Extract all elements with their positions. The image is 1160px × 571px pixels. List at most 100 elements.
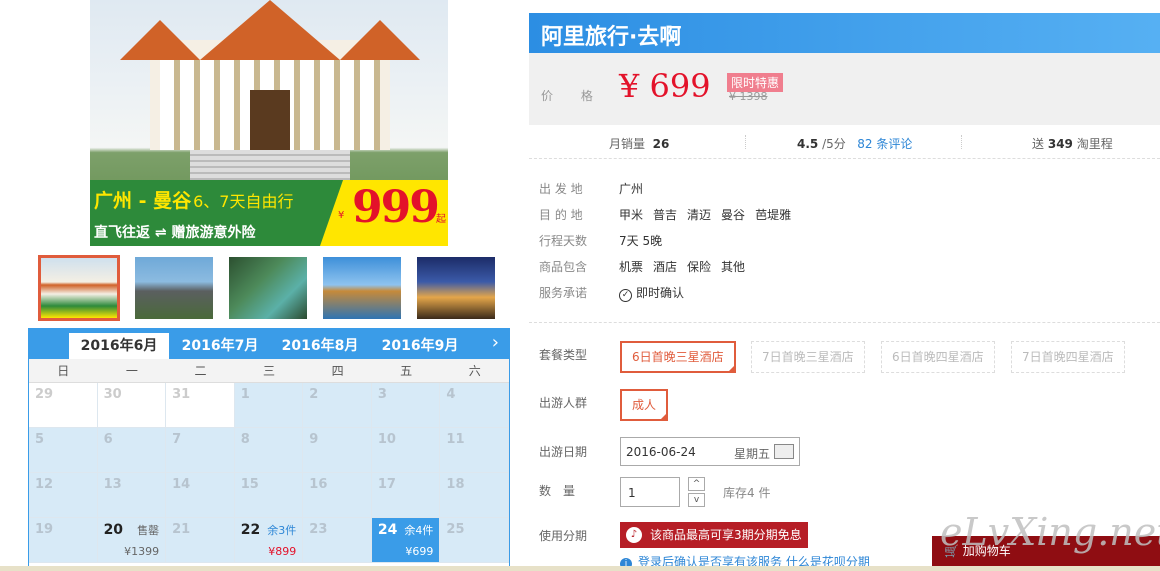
day-number: 25 [446, 522, 465, 537]
qty-value: 1 [628, 486, 636, 500]
day-number: 1 [240, 387, 250, 402]
calendar-day: 31 [166, 383, 235, 428]
installment-banner[interactable]: ♪ 该商品最高可享3期分期免息 [620, 522, 808, 548]
temple-steps [190, 150, 350, 180]
stock-text: 库存4 件 [723, 486, 771, 500]
day-number: 2 [309, 387, 319, 402]
calendar-day: 5 [29, 428, 98, 473]
day-number: 7 [172, 432, 182, 447]
day-number: 15 [240, 477, 259, 492]
info-value: 7天 5晚 [619, 234, 663, 248]
day-number: 18 [446, 477, 465, 492]
date-calendar: 2016年6月 2016年7月 2016年8月 2016年9月 › 日 一 二 … [28, 328, 510, 571]
day-number: 5 [35, 432, 45, 447]
rating: 4.5 /5分 82 条评论 [797, 137, 913, 151]
weekday-header: 日 一 二 三 四 五 六 [29, 359, 509, 383]
package-option[interactable]: 7日首晚四星酒店 [1011, 341, 1125, 373]
day-number: 12 [35, 477, 54, 492]
package-option[interactable]: 7日首晚三星酒店 [751, 341, 865, 373]
day-status: 售罄 [137, 524, 160, 537]
qi-label: 起 [436, 214, 446, 225]
calendar-day: 9 [303, 428, 372, 473]
info-key: 目 的 地 [539, 208, 583, 222]
divider [961, 135, 962, 149]
current-price: ¥ 699 [619, 67, 711, 105]
calendar-icon[interactable] [774, 444, 794, 459]
day-price: ¥899 [268, 545, 297, 558]
day-number: 6 [103, 432, 113, 447]
package-option[interactable]: 6日首晚三星酒店 [620, 341, 736, 373]
date-label: 出游日期 [539, 445, 588, 459]
day-number: 19 [35, 522, 54, 537]
temple-door [250, 90, 290, 150]
day-number: 30 [103, 387, 122, 402]
promo-banner: 广州 - 曼谷 6、7天自由行 直飞往返 ⇌ 赠旅游意外险 ¥ 999 起 [90, 180, 448, 246]
calendar-day: 14 [166, 473, 235, 518]
calendar-day: 13 [97, 473, 167, 518]
people-option[interactable]: 成人 [620, 389, 669, 421]
day-price: ¥699 [405, 545, 434, 558]
reviews-link[interactable]: 82 条评论 [857, 137, 912, 151]
decrement-icon[interactable]: v [688, 493, 705, 507]
package-option[interactable]: 6日首晚四星酒店 [881, 341, 995, 373]
day-number: 21 [172, 522, 191, 537]
day-number: 14 [172, 477, 191, 492]
package-label: 套餐类型 [539, 348, 588, 362]
huabei-icon: ♪ [626, 527, 642, 543]
weekday-label: 五 [400, 364, 413, 378]
tab-month-4[interactable]: 2016年9月 [370, 333, 470, 359]
thumbnail-4[interactable] [321, 255, 403, 321]
calendar-day: 19 [29, 518, 98, 563]
thumbnail-3[interactable] [227, 255, 309, 321]
thumbnail-strip [38, 255, 510, 321]
calendar-day: 7 [166, 428, 235, 473]
calendar-day[interactable]: 24 余4件 ¥699 [371, 518, 441, 563]
calendar-day: 21 [166, 518, 235, 563]
thumbnail-1[interactable] [38, 255, 120, 321]
calendar-day[interactable]: 22 余3件 ¥899 [234, 518, 304, 563]
quantity-input[interactable]: 1 [620, 477, 680, 507]
installment-text: 该商品最高可享3期分期免息 [650, 528, 802, 542]
travel-date-field[interactable]: 2016-06-24 星期五 [620, 437, 800, 466]
info-key: 商品包含 [539, 260, 588, 274]
info-key: 行程天数 [539, 234, 588, 248]
calendar-day: 15 [234, 473, 304, 518]
day-number: 4 [446, 387, 456, 402]
tab-month-1[interactable]: 2016年6月 [69, 333, 169, 359]
product-panel: 阿里旅行·去啊 价 格 ¥ 699 限时特惠 ¥ 1398 月销量 26 4.5… [529, 0, 1160, 571]
calendar-day: 10 [371, 428, 441, 473]
day-number: 13 [103, 477, 122, 492]
date-value: 2016-06-24 [626, 445, 696, 459]
thumbnail-5[interactable] [415, 255, 497, 321]
info-key: 服务承诺 [539, 286, 588, 300]
monthly-sales: 月销量 26 [609, 137, 670, 151]
price-box: 价 格 ¥ 699 限时特惠 ¥ 1398 [529, 53, 1160, 125]
day-number: 24 [377, 522, 398, 538]
tab-month-3[interactable]: 2016年8月 [270, 333, 370, 359]
bottom-bar [0, 566, 1160, 571]
price-label: 价 格 [541, 89, 605, 103]
increment-icon[interactable]: ^ [688, 477, 705, 491]
hero-image[interactable]: 广州 - 曼谷 6、7天自由行 直飞往返 ⇌ 赠旅游意外险 ¥ 999 起 [90, 0, 448, 246]
calendar-day: 30 [97, 383, 167, 428]
weekday-label: 三 [263, 364, 276, 378]
day-number: 22 [240, 522, 261, 538]
info-key: 出 发 地 [539, 182, 583, 196]
section-divider [529, 322, 1160, 323]
thumbnail-2[interactable] [133, 255, 215, 321]
calendar-day: 18 [440, 473, 509, 518]
day-number: 17 [377, 477, 396, 492]
brand-title: 阿里旅行·去啊 [541, 25, 682, 50]
day-number: 11 [446, 432, 465, 447]
day-number: 10 [377, 432, 396, 447]
calendar-grid: 29 30 31 1 2 3 4 5 6 7 8 9 10 11 12 13 14 15 16 17 18 19 20 售罄 ¥… [29, 383, 509, 563]
day-price: ¥1399 [124, 545, 160, 558]
calendar-day: 11 [440, 428, 509, 473]
next-month-icon[interactable]: › [492, 332, 499, 353]
calendar-day: 17 [371, 473, 441, 518]
info-value: 广州 [619, 182, 644, 196]
calendar-day[interactable]: 20 售罄 ¥1399 [97, 518, 167, 563]
day-number: 3 [377, 387, 387, 402]
weekday-label: 四 [331, 364, 344, 378]
tab-month-2[interactable]: 2016年7月 [170, 333, 270, 359]
